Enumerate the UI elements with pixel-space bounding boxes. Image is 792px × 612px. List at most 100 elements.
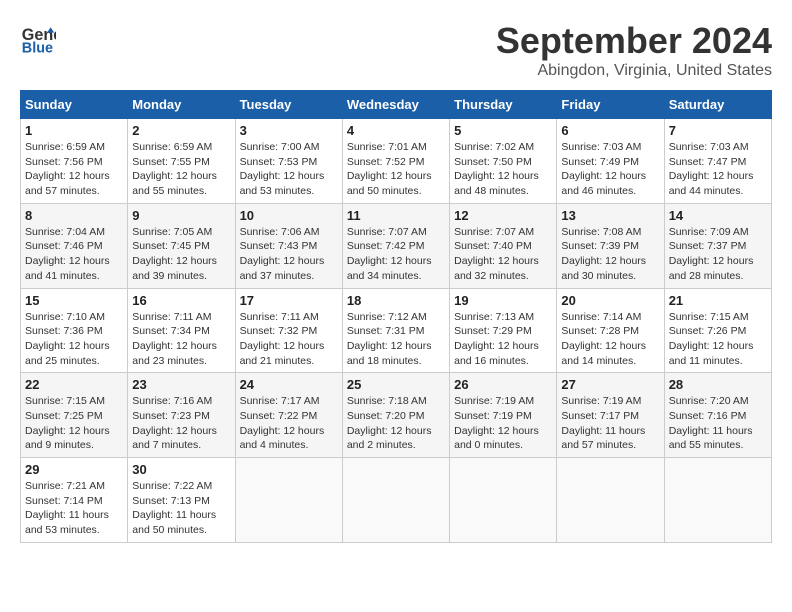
calendar-cell — [664, 458, 771, 543]
calendar-cell: 21 Sunrise: 7:15 AM Sunset: 7:26 PM Dayli… — [664, 288, 771, 373]
calendar-cell: 27 Sunrise: 7:19 AM Sunset: 7:17 PM Dayli… — [557, 373, 664, 458]
location-title: Abingdon, Virginia, United States — [496, 62, 772, 80]
calendar-cell: 10 Sunrise: 7:06 AM Sunset: 7:43 PM Dayli… — [235, 203, 342, 288]
calendar-row: 8 Sunrise: 7:04 AM Sunset: 7:46 PM Daylig… — [21, 203, 772, 288]
day-number: 22 — [25, 377, 123, 392]
calendar-cell: 3 Sunrise: 7:00 AM Sunset: 7:53 PM Daylig… — [235, 119, 342, 204]
day-number: 6 — [561, 123, 659, 138]
calendar-row: 15Sunrise: 7:10 AM Sunset: 7:36 PM Dayli… — [21, 288, 772, 373]
col-wednesday: Wednesday — [342, 91, 449, 119]
calendar-cell: 20Sunrise: 7:14 AM Sunset: 7:28 PM Dayli… — [557, 288, 664, 373]
day-number: 7 — [669, 123, 767, 138]
day-number: 25 — [347, 377, 445, 392]
col-thursday: Thursday — [450, 91, 557, 119]
calendar-cell — [235, 458, 342, 543]
day-info: Sunrise: 7:06 AM Sunset: 7:43 PM Dayligh… — [240, 225, 338, 284]
day-number: 17 — [240, 293, 338, 308]
day-number: 23 — [132, 377, 230, 392]
calendar-cell: 25 Sunrise: 7:18 AM Sunset: 7:20 PM Dayli… — [342, 373, 449, 458]
day-number: 29 — [25, 462, 123, 477]
calendar-cell: 23 Sunrise: 7:16 AM Sunset: 7:23 PM Dayli… — [128, 373, 235, 458]
calendar-cell: 7 Sunrise: 7:03 AM Sunset: 7:47 PM Daylig… — [664, 119, 771, 204]
day-info: Sunrise: 6:59 AM Sunset: 7:55 PM Dayligh… — [132, 140, 230, 199]
day-info: Sunrise: 7:08 AM Sunset: 7:39 PM Dayligh… — [561, 225, 659, 284]
day-info: Sunrise: 7:12 AM Sunset: 7:31 PM Dayligh… — [347, 310, 445, 369]
calendar-row: 22 Sunrise: 7:15 AM Sunset: 7:25 PM Dayli… — [21, 373, 772, 458]
day-number: 18 — [347, 293, 445, 308]
calendar-cell: 12 Sunrise: 7:07 AM Sunset: 7:40 PM Dayli… — [450, 203, 557, 288]
day-number: 4 — [347, 123, 445, 138]
calendar-header-row: Sunday Monday Tuesday Wednesday Thursday… — [21, 91, 772, 119]
day-info: Sunrise: 7:20 AM Sunset: 7:16 PM Dayligh… — [669, 394, 767, 453]
day-number: 13 — [561, 208, 659, 223]
calendar-row: 1 Sunrise: 6:59 AM Sunset: 7:56 PM Daylig… — [21, 119, 772, 204]
logo-icon: General Blue — [20, 20, 56, 56]
day-number: 27 — [561, 377, 659, 392]
day-info: Sunrise: 7:04 AM Sunset: 7:46 PM Dayligh… — [25, 225, 123, 284]
day-info: Sunrise: 7:16 AM Sunset: 7:23 PM Dayligh… — [132, 394, 230, 453]
day-info: Sunrise: 7:03 AM Sunset: 7:47 PM Dayligh… — [669, 140, 767, 199]
calendar-cell: 29 Sunrise: 7:21 AM Sunset: 7:14 PM Dayli… — [21, 458, 128, 543]
calendar-cell — [342, 458, 449, 543]
calendar-cell: 16 Sunrise: 7:11 AM Sunset: 7:34 PM Dayli… — [128, 288, 235, 373]
calendar-cell: 1 Sunrise: 6:59 AM Sunset: 7:56 PM Daylig… — [21, 119, 128, 204]
day-number: 12 — [454, 208, 552, 223]
day-info: Sunrise: 7:05 AM Sunset: 7:45 PM Dayligh… — [132, 225, 230, 284]
col-friday: Friday — [557, 91, 664, 119]
calendar-cell: 15Sunrise: 7:10 AM Sunset: 7:36 PM Dayli… — [21, 288, 128, 373]
day-info: Sunrise: 7:15 AM Sunset: 7:26 PM Dayligh… — [669, 310, 767, 369]
col-sunday: Sunday — [21, 91, 128, 119]
calendar-cell: 18 Sunrise: 7:12 AM Sunset: 7:31 PM Dayli… — [342, 288, 449, 373]
day-info: Sunrise: 7:21 AM Sunset: 7:14 PM Dayligh… — [25, 479, 123, 538]
calendar-cell: 30Sunrise: 7:22 AM Sunset: 7:13 PM Dayli… — [128, 458, 235, 543]
day-number: 16 — [132, 293, 230, 308]
day-number: 8 — [25, 208, 123, 223]
day-info: Sunrise: 6:59 AM Sunset: 7:56 PM Dayligh… — [25, 140, 123, 199]
calendar-cell: 19 Sunrise: 7:13 AM Sunset: 7:29 PM Dayli… — [450, 288, 557, 373]
day-info: Sunrise: 7:19 AM Sunset: 7:17 PM Dayligh… — [561, 394, 659, 453]
col-monday: Monday — [128, 91, 235, 119]
day-info: Sunrise: 7:01 AM Sunset: 7:52 PM Dayligh… — [347, 140, 445, 199]
day-info: Sunrise: 7:15 AM Sunset: 7:25 PM Dayligh… — [25, 394, 123, 453]
svg-text:Blue: Blue — [22, 40, 53, 56]
day-info: Sunrise: 7:11 AM Sunset: 7:34 PM Dayligh… — [132, 310, 230, 369]
day-info: Sunrise: 7:22 AM Sunset: 7:13 PM Dayligh… — [132, 479, 230, 538]
day-number: 11 — [347, 208, 445, 223]
calendar-cell: 4 Sunrise: 7:01 AM Sunset: 7:52 PM Daylig… — [342, 119, 449, 204]
calendar-cell: 6 Sunrise: 7:03 AM Sunset: 7:49 PM Daylig… — [557, 119, 664, 204]
calendar-cell: 9Sunrise: 7:05 AM Sunset: 7:45 PM Daylig… — [128, 203, 235, 288]
day-info: Sunrise: 7:17 AM Sunset: 7:22 PM Dayligh… — [240, 394, 338, 453]
col-tuesday: Tuesday — [235, 91, 342, 119]
day-number: 14 — [669, 208, 767, 223]
calendar-cell: 26Sunrise: 7:19 AM Sunset: 7:19 PM Dayli… — [450, 373, 557, 458]
title-block: September 2024 Abingdon, Virginia, Unite… — [496, 20, 772, 80]
day-info: Sunrise: 7:14 AM Sunset: 7:28 PM Dayligh… — [561, 310, 659, 369]
day-info: Sunrise: 7:18 AM Sunset: 7:20 PM Dayligh… — [347, 394, 445, 453]
day-number: 3 — [240, 123, 338, 138]
month-title: September 2024 — [496, 20, 772, 62]
day-number: 19 — [454, 293, 552, 308]
day-info: Sunrise: 7:13 AM Sunset: 7:29 PM Dayligh… — [454, 310, 552, 369]
day-info: Sunrise: 7:07 AM Sunset: 7:40 PM Dayligh… — [454, 225, 552, 284]
day-number: 21 — [669, 293, 767, 308]
calendar-cell: 28Sunrise: 7:20 AM Sunset: 7:16 PM Dayli… — [664, 373, 771, 458]
calendar-cell: 22 Sunrise: 7:15 AM Sunset: 7:25 PM Dayli… — [21, 373, 128, 458]
calendar-cell — [557, 458, 664, 543]
day-number: 2 — [132, 123, 230, 138]
day-number: 15 — [25, 293, 123, 308]
calendar-cell: 24Sunrise: 7:17 AM Sunset: 7:22 PM Dayli… — [235, 373, 342, 458]
day-info: Sunrise: 7:02 AM Sunset: 7:50 PM Dayligh… — [454, 140, 552, 199]
day-number: 10 — [240, 208, 338, 223]
day-number: 1 — [25, 123, 123, 138]
calendar-cell: 11Sunrise: 7:07 AM Sunset: 7:42 PM Dayli… — [342, 203, 449, 288]
calendar-cell: 13 Sunrise: 7:08 AM Sunset: 7:39 PM Dayli… — [557, 203, 664, 288]
day-info: Sunrise: 7:00 AM Sunset: 7:53 PM Dayligh… — [240, 140, 338, 199]
calendar-cell: 8 Sunrise: 7:04 AM Sunset: 7:46 PM Daylig… — [21, 203, 128, 288]
calendar-cell — [450, 458, 557, 543]
page-header: General Blue September 2024 Abingdon, Vi… — [20, 20, 772, 80]
day-info: Sunrise: 7:03 AM Sunset: 7:49 PM Dayligh… — [561, 140, 659, 199]
calendar-row: 29 Sunrise: 7:21 AM Sunset: 7:14 PM Dayli… — [21, 458, 772, 543]
day-number: 5 — [454, 123, 552, 138]
day-info: Sunrise: 7:11 AM Sunset: 7:32 PM Dayligh… — [240, 310, 338, 369]
day-info: Sunrise: 7:19 AM Sunset: 7:19 PM Dayligh… — [454, 394, 552, 453]
